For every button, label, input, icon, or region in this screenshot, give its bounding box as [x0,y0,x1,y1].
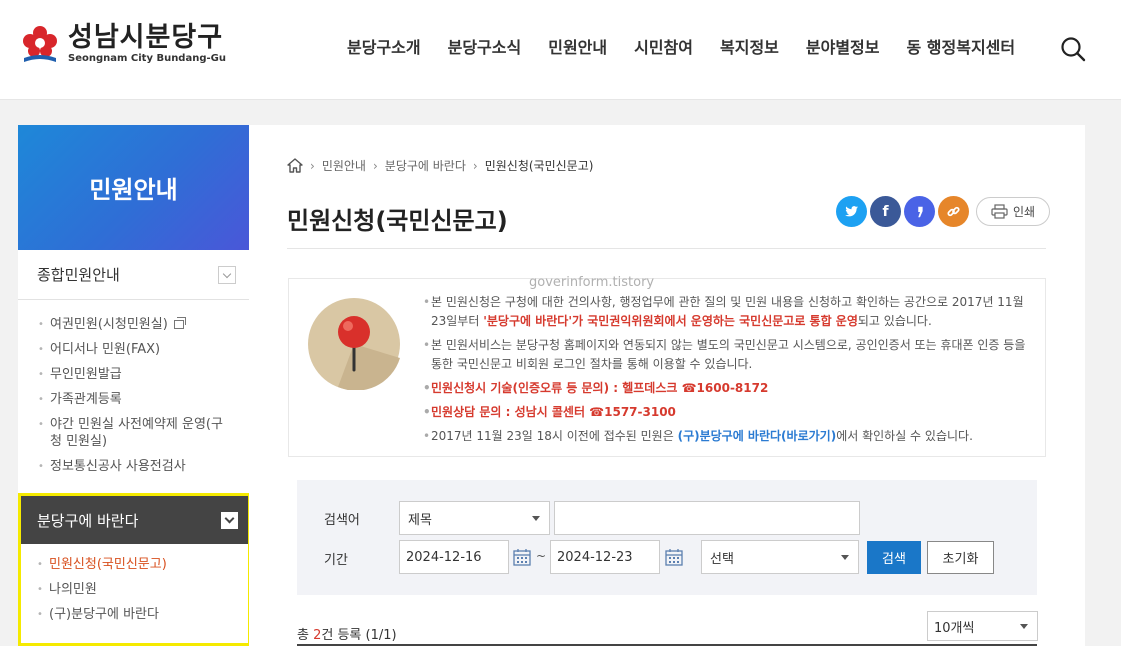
sidebar-item-my-petitions[interactable]: 나의민원 [37,577,248,602]
home-icon[interactable] [287,158,303,173]
sidebar-group-request: 분당구에 바란다 민원신청(국민신문고) 나의민원 (구)분당구에 바란다 [18,493,251,646]
sidebar-group-label: 종합민원안내 [37,266,120,284]
notice-line: 2017년 11월 23일 18시 이전에 접수된 민원은 (구)분당구에 바란… [423,427,1033,446]
per-page-select[interactable]: 10개씩 [927,611,1038,641]
facebook-icon[interactable]: f [870,196,901,227]
printer-icon [991,204,1008,219]
main-content: › 민원안내 › 분당구에 바란다 › 민원신청(국민신문고) 민원신청(국민신… [249,125,1085,646]
search-icon[interactable] [1060,36,1086,62]
link-copy-icon[interactable] [938,196,969,227]
date-from-input[interactable]: 2024-12-16 [399,540,509,574]
reset-button[interactable]: 초기화 [927,541,994,574]
sidebar-item-kiosk[interactable]: 무인민원발급 [38,362,249,387]
sidebar: 민원안내 종합민원안내 여권민원(시청민원실) 어디서나 민원(FAX) 무인민… [18,125,251,646]
sidebar-title: 민원안내 [18,125,249,250]
breadcrumb: › 민원안내 › 분당구에 바란다 › 민원신청(국민신문고) [287,157,593,174]
breadcrumb-current: 민원신청(국민신문고) [484,159,594,173]
keyword-input[interactable] [554,501,860,535]
search-button[interactable]: 검색 [867,541,921,574]
site-header: 성남시분당구 Seongnam City Bundang-Gu 분당구소개 분당… [0,0,1121,100]
nav-item-civil[interactable]: 민원안내 [548,34,607,58]
chevron-down-icon[interactable] [221,511,238,529]
sidebar-item-passport[interactable]: 여권민원(시청민원실) [38,312,249,337]
twitter-icon[interactable] [836,196,867,227]
nav-item-fields[interactable]: 분야별정보 [806,34,880,58]
notice-box: 본 민원신청은 구청에 대한 건의사항, 행정업무에 관한 질의 및 민원 내용… [288,278,1046,457]
breadcrumb-item[interactable]: 민원안내 [322,157,366,174]
sidebar-group-general[interactable]: 종합민원안내 [18,250,249,300]
sidebar-item-telecom[interactable]: 정보통신공사 사용전검사 [38,454,249,479]
sidebar-item-night[interactable]: 야간 민원실 사전예약제 운영(구청 민원실) [38,412,249,454]
pushpin-icon [308,298,400,390]
date-to-input[interactable]: 2024-12-23 [550,540,660,574]
breadcrumb-separator: › [472,158,478,173]
watermark-text: goverinform.tistory [529,275,655,290]
page-title: 민원신청(국민신문고) [287,207,508,235]
notice-helpdesk: 민원신청시 기술(인증오류 등 문의) : 헬프데스크 ☎1600-8172 [423,379,1033,398]
nav-item-participation[interactable]: 시민참여 [634,34,693,58]
sidebar-item-fax[interactable]: 어디서나 민원(FAX) [38,337,249,362]
site-logo[interactable]: 성남시분당구 Seongnam City Bundang-Gu [18,22,226,66]
sidebar-item-family[interactable]: 가족관계등록 [38,387,249,412]
chevron-down-icon[interactable] [218,265,236,284]
notice-line: 본 민원신청은 구청에 대한 건의사항, 행정업무에 관한 질의 및 민원 내용… [423,293,1033,331]
sidebar-item-old-board[interactable]: (구)분당구에 바란다 [37,602,248,627]
search-field-select[interactable]: 제목 [399,501,550,535]
city-emblem-icon [23,26,57,62]
nav-item-community-center[interactable]: 동 행정복지센터 [907,34,1016,58]
keyword-label: 검색어 [324,513,360,528]
kakao-story-icon[interactable] [904,196,935,227]
new-window-icon [173,317,186,329]
sidebar-group-request-header[interactable]: 분당구에 바란다 [21,496,248,544]
sidebar-submenu-general: 여권민원(시청민원실) 어디서나 민원(FAX) 무인민원발급 가족관계등록 야… [18,300,249,479]
total-count: 총 2건 등록 (1/1) [297,628,397,643]
nav-item-welfare[interactable]: 복지정보 [720,34,779,58]
logo-english-name: Seongnam City Bundang-Gu [68,53,226,64]
breadcrumb-separator: › [372,158,378,173]
logo-korean-name: 성남시분당구 [68,22,224,53]
sidebar-group-label: 분당구에 바란다 [37,511,139,530]
title-divider [287,248,1046,249]
period-label: 기간 [324,553,348,568]
date-range-separator: ~ [536,549,547,563]
nav-item-about[interactable]: 분당구소개 [347,34,421,58]
breadcrumb-item[interactable]: 분당구에 바란다 [385,157,466,174]
search-form: 검색어 제목 기간 2024-12-16 ~ 2024-12-23 선택 검색 … [297,480,1037,595]
sidebar-item-petition[interactable]: 민원신청(국민신문고) [37,552,248,577]
calendar-icon[interactable] [513,548,531,566]
share-toolbar: f 인쇄 [836,196,1050,227]
sidebar-submenu-request: 민원신청(국민신문고) 나의민원 (구)분당구에 바란다 [21,544,248,627]
notice-text: 본 민원신청은 구청에 대한 건의사항, 행정업무에 관한 질의 및 민원 내용… [423,293,1033,451]
notice-line: 본 민원서비스는 분당구청 홈페이지와 연동되지 않는 별도의 국민신문고 시스… [423,336,1033,374]
nav-item-news[interactable]: 분당구소식 [448,34,522,58]
breadcrumb-separator: › [310,158,315,173]
notice-callcenter: 민원상담 문의 : 성남시 콜센터 ☎1577-3100 [423,403,1033,422]
main-nav: 분당구소개 분당구소식 민원안내 시민참여 복지정보 분야별정보 동 행정복지센… [347,34,1042,58]
old-board-link[interactable]: (구)분당구에 바란다(바로가기) [678,429,837,443]
calendar-icon[interactable] [665,548,683,566]
status-select[interactable]: 선택 [701,540,859,574]
print-button[interactable]: 인쇄 [976,197,1050,226]
